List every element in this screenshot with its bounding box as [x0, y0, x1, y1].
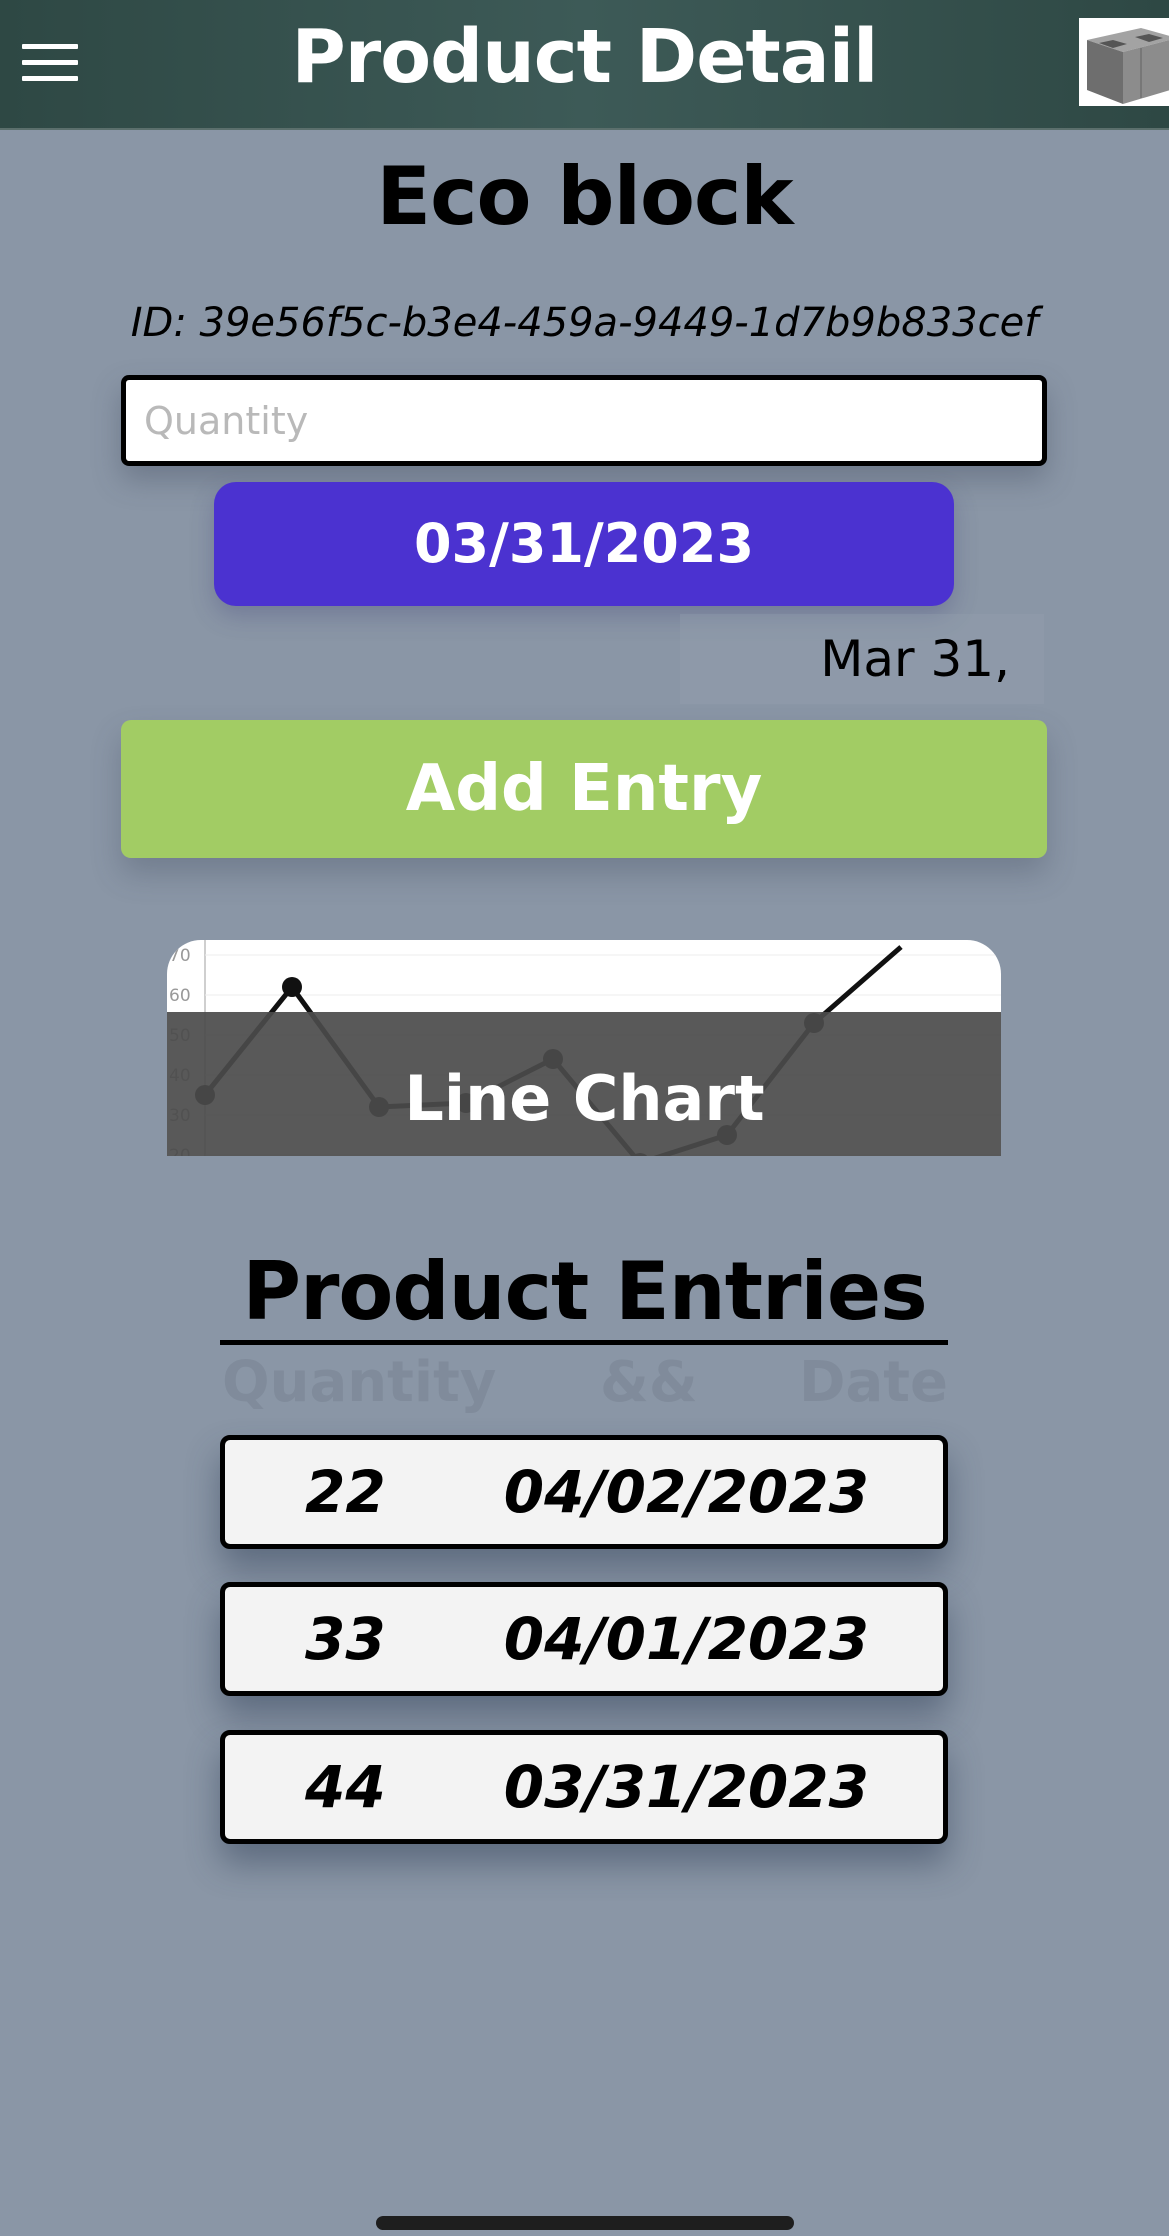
page-title: Product Detail — [291, 14, 879, 100]
product-thumbnail-image[interactable] — [1079, 18, 1169, 106]
entry-date: 03/31/2023 — [503, 1753, 869, 1821]
chart-y-tick-label: 70 — [169, 946, 191, 966]
entries-divider — [220, 1340, 948, 1345]
quantity-input[interactable] — [121, 375, 1047, 466]
entry-date: 04/02/2023 — [503, 1458, 869, 1526]
product-id: ID: 39e56f5c-b3e4-459a-9449-1d7b9b833cef — [130, 300, 1039, 346]
entry-row[interactable]: 33 04/01/2023 — [220, 1582, 948, 1696]
chart-y-tick-label: 60 — [169, 986, 191, 1006]
column-header-separator: && — [600, 1350, 698, 1415]
date-picker-button[interactable]: 03/31/2023 — [214, 482, 954, 606]
entry-row[interactable]: 44 03/31/2023 — [220, 1730, 948, 1844]
entries-title: Product Entries — [242, 1245, 927, 1338]
selected-date-display[interactable]: Mar 31, 2023 — [680, 614, 1044, 778]
line-chart-label: Line Chart — [404, 1062, 765, 1135]
entry-date: 04/01/2023 — [503, 1605, 869, 1673]
chart-data-point — [282, 977, 302, 997]
add-entry-button[interactable]: Add Entry — [121, 720, 1047, 858]
product-name: Eco block — [376, 150, 793, 243]
entry-quantity: 22 — [305, 1458, 386, 1526]
entry-row[interactable]: 22 04/02/2023 — [220, 1435, 948, 1549]
entries-column-headers: Quantity && Date — [220, 1350, 948, 1420]
column-header-date: Date — [798, 1350, 948, 1415]
column-header-quantity: Quantity — [222, 1350, 497, 1415]
entry-quantity: 44 — [305, 1753, 386, 1821]
home-indicator — [376, 2216, 794, 2230]
entry-quantity: 33 — [305, 1605, 386, 1673]
app-header: Product Detail — [0, 0, 1169, 130]
